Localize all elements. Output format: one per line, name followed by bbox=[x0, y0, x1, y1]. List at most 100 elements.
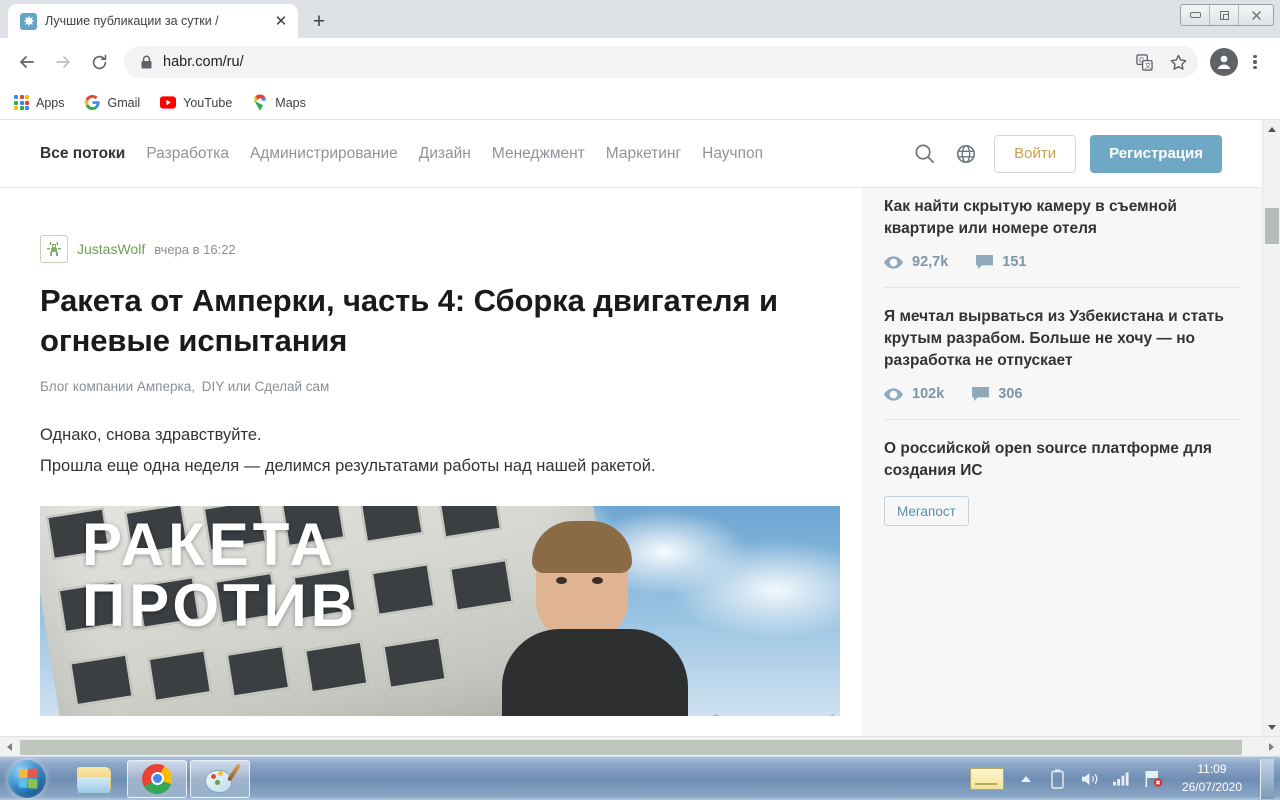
horizontal-scrollbar-thumb[interactable] bbox=[20, 740, 1242, 755]
window-controls bbox=[1180, 4, 1274, 26]
nav-item-all-streams[interactable]: Все потоки bbox=[40, 145, 125, 163]
nav-item-administration[interactable]: Администрирование bbox=[250, 145, 398, 163]
maps-pin-icon bbox=[252, 95, 268, 111]
nav-item-management[interactable]: Менеджмент bbox=[492, 145, 585, 163]
windows-taskbar: 11:09 26/07/2020 bbox=[0, 756, 1280, 800]
sticky-note-icon[interactable] bbox=[970, 768, 1004, 790]
chevron-up-icon[interactable] bbox=[1016, 768, 1036, 790]
page-viewport: Web в Китае умер. Почему так произошло и… bbox=[0, 120, 1280, 736]
register-button[interactable]: Регистрация bbox=[1090, 135, 1222, 173]
sidebar-card[interactable]: Я мечтал вырваться из Узбекистана и стат… bbox=[884, 288, 1240, 420]
page-title[interactable]: Ракета от Амперки, часть 4: Сборка двига… bbox=[40, 281, 840, 360]
login-button[interactable]: Войти bbox=[994, 135, 1076, 173]
bookmark-label: Maps bbox=[275, 96, 306, 110]
sidebar-card-tag[interactable]: Мегапост bbox=[884, 496, 969, 526]
sidebar-card-stats: 92,7k 151 bbox=[884, 254, 1240, 270]
views-count: 102k bbox=[912, 386, 944, 402]
scroll-up-arrow-icon[interactable] bbox=[1263, 120, 1280, 138]
forward-arrow-icon[interactable] bbox=[46, 45, 80, 79]
search-icon[interactable] bbox=[910, 140, 938, 168]
gmail-icon bbox=[85, 95, 101, 111]
back-arrow-icon[interactable] bbox=[10, 45, 44, 79]
sidebar-card-title[interactable]: Я мечтал вырваться из Узбекистана и стат… bbox=[884, 306, 1240, 372]
post-timestamp: вчера в 16:22 bbox=[154, 242, 235, 257]
nav-item-development[interactable]: Разработка bbox=[146, 145, 229, 163]
show-desktop-button[interactable] bbox=[1260, 759, 1274, 799]
horizontal-scrollbar[interactable] bbox=[0, 736, 1280, 756]
nav-item-popsci[interactable]: Научпоп bbox=[702, 145, 763, 163]
battery-icon[interactable] bbox=[1048, 768, 1068, 790]
figure-person bbox=[500, 521, 690, 716]
speaker-icon[interactable] bbox=[1080, 768, 1100, 790]
vertical-scrollbar-thumb[interactable] bbox=[1265, 208, 1279, 244]
bookmark-youtube[interactable]: YouTube bbox=[160, 95, 232, 111]
browser-tab[interactable]: Лучшие публикации за сутки / ✕ bbox=[8, 4, 298, 38]
main-column: JustasWolf вчера в 16:22 Ракета от Ампер… bbox=[40, 188, 840, 716]
vertical-scrollbar[interactable] bbox=[1262, 120, 1280, 736]
eye-icon bbox=[884, 388, 903, 401]
habr-page: Web в Китае умер. Почему так произошло и… bbox=[0, 120, 1262, 736]
bookmark-label: Gmail bbox=[108, 96, 141, 110]
translate-icon[interactable]: G文 bbox=[1130, 48, 1158, 76]
scroll-down-arrow-icon[interactable] bbox=[1263, 718, 1280, 736]
scroll-right-arrow-icon[interactable] bbox=[1262, 737, 1280, 757]
svg-text:文: 文 bbox=[1144, 61, 1151, 70]
globe-icon[interactable] bbox=[952, 140, 980, 168]
sidebar-card[interactable]: Как найти скрытую камеру в съемной кварт… bbox=[884, 178, 1240, 288]
comment-icon bbox=[972, 387, 989, 402]
views-count: 92,7k bbox=[912, 254, 948, 270]
bookmarks-bar: Apps Gmail YouTube Maps bbox=[0, 86, 1280, 120]
bookmark-gmail[interactable]: Gmail bbox=[85, 95, 141, 111]
star-icon[interactable] bbox=[1164, 48, 1192, 76]
eye-icon bbox=[884, 256, 903, 269]
signal-bars-icon[interactable] bbox=[1112, 768, 1132, 790]
system-tray: 11:09 26/07/2020 bbox=[970, 759, 1280, 799]
post-author[interactable]: JustasWolf bbox=[77, 241, 145, 257]
tab-strip: Лучшие публикации за сутки / ✕ + bbox=[0, 0, 334, 38]
post-hubs: Блог компании Амперка, DIY или Сделай са… bbox=[40, 379, 840, 394]
nav-item-design[interactable]: Дизайн bbox=[419, 145, 471, 163]
habr-favicon-icon bbox=[20, 13, 37, 30]
tab-title: Лучшие публикации за сутки / bbox=[45, 14, 264, 28]
taskbar-item-explorer[interactable] bbox=[64, 760, 124, 798]
taskbar-item-paint[interactable] bbox=[190, 760, 250, 798]
comment-icon bbox=[976, 255, 993, 270]
post-hub[interactable]: DIY или Сделай сам bbox=[202, 379, 330, 394]
post-body: Однако, снова здравствуйте. Прошла еще о… bbox=[40, 422, 840, 479]
flag-error-icon[interactable] bbox=[1144, 768, 1164, 790]
chrome-icon bbox=[142, 764, 172, 794]
reload-icon[interactable] bbox=[82, 45, 116, 79]
browser-toolbar: habr.com/ru/ G文 bbox=[0, 38, 1280, 86]
post-figure-video-thumbnail[interactable]: РАКЕТА ПРОТИВ bbox=[40, 506, 840, 716]
sidebar-card[interactable]: О российской open source платформе для с… bbox=[884, 420, 1240, 543]
bookmark-maps[interactable]: Maps bbox=[252, 95, 306, 111]
figure-overlay-line-2: ПРОТИВ bbox=[82, 575, 358, 636]
site-header: Все потоки Разработка Администрирование … bbox=[0, 120, 1262, 188]
comments-stat: 151 bbox=[976, 254, 1026, 270]
clock-date: 26/07/2020 bbox=[1182, 779, 1242, 796]
window-close-button[interactable] bbox=[1239, 5, 1273, 25]
apps-grid-icon bbox=[14, 95, 29, 110]
post-hub[interactable]: Блог компании Амперка, bbox=[40, 379, 195, 394]
tab-close-icon[interactable]: ✕ bbox=[272, 12, 290, 30]
url-text[interactable]: habr.com/ru/ bbox=[163, 54, 1120, 70]
taskbar-items bbox=[64, 760, 250, 798]
bookmark-label: YouTube bbox=[183, 96, 232, 110]
taskbar-clock[interactable]: 11:09 26/07/2020 bbox=[1176, 761, 1248, 796]
scroll-left-arrow-icon[interactable] bbox=[0, 737, 18, 757]
browser-window: Лучшие публикации за сутки / ✕ + bbox=[0, 0, 1280, 800]
kebab-menu-icon[interactable] bbox=[1240, 47, 1270, 77]
window-minimize-button[interactable] bbox=[1181, 5, 1210, 25]
nav-item-marketing[interactable]: Маркетинг bbox=[606, 145, 681, 163]
window-restore-button[interactable] bbox=[1210, 5, 1239, 25]
profile-avatar-icon[interactable] bbox=[1210, 48, 1238, 76]
user-avatar-icon[interactable] bbox=[40, 235, 68, 263]
bookmark-apps[interactable]: Apps bbox=[14, 95, 65, 110]
sidebar-card-title[interactable]: Как найти скрытую камеру в съемной кварт… bbox=[884, 196, 1240, 240]
taskbar-item-chrome[interactable] bbox=[127, 760, 187, 798]
sidebar-card-title[interactable]: О российской open source платформе для с… bbox=[884, 438, 1240, 482]
address-bar[interactable]: habr.com/ru/ G文 bbox=[124, 46, 1198, 78]
new-tab-button[interactable]: + bbox=[304, 6, 334, 36]
title-bar: Лучшие публикации за сутки / ✕ + bbox=[0, 0, 1280, 38]
windows-start-orb-icon[interactable] bbox=[4, 759, 50, 799]
